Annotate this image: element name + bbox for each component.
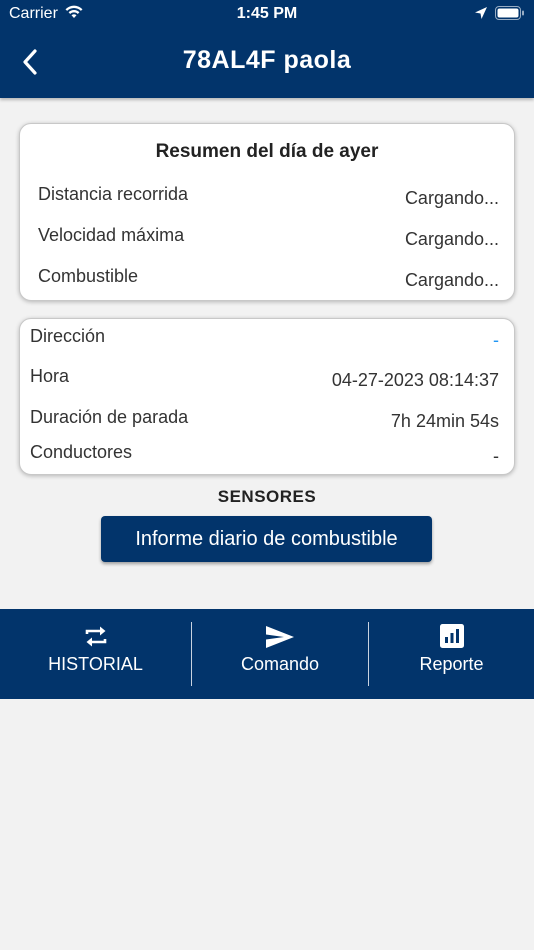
summary-title: Resumen del día de ayer xyxy=(155,141,379,162)
stop-duration-label: Duración de parada xyxy=(30,407,189,427)
status-bar: Carrier 1:45 PM xyxy=(0,0,534,28)
tab-historial[interactable]: HISTORIAL xyxy=(0,609,191,699)
bar-chart-icon xyxy=(439,624,464,653)
time-value: 04-27-2023 08:14:37 xyxy=(331,370,499,390)
page-title: 78AL4F paola xyxy=(182,46,352,74)
address-label: Dirección xyxy=(30,326,106,346)
status-time: 1:45 PM xyxy=(236,5,298,22)
battery-icon xyxy=(495,6,525,26)
drivers-value: - xyxy=(493,446,499,466)
vehicle-details-card: Dirección - Hora 04-27-2023 08:14:37 Dur… xyxy=(19,318,515,475)
repeat-icon xyxy=(84,624,108,655)
tab-reporte-label: Reporte xyxy=(419,654,484,674)
fuel-report-button[interactable]: Informe diario de combustible xyxy=(101,516,432,562)
address-value: - xyxy=(493,330,499,350)
tab-comando-label: Comando xyxy=(240,654,320,674)
drivers-label: Conductores xyxy=(30,442,133,462)
fuel-value: Cargando... xyxy=(404,270,499,290)
bottom-tab-bar: HISTORIAL Comando Reporte xyxy=(0,609,534,699)
daily-summary-card: Resumen del día de ayer Distancia recorr… xyxy=(19,123,515,301)
distance-value: Cargando... xyxy=(404,188,499,208)
distance-label: Distancia recorrida xyxy=(38,184,189,204)
tab-comando[interactable]: Comando xyxy=(192,609,368,699)
sensors-heading: SENSORES xyxy=(217,487,317,506)
fuel-label: Combustible xyxy=(38,266,139,286)
location-arrow-icon xyxy=(474,6,488,25)
send-icon xyxy=(265,624,295,655)
time-label: Hora xyxy=(30,366,70,386)
tab-historial-label: HISTORIAL xyxy=(48,654,143,674)
tab-reporte[interactable]: Reporte xyxy=(369,609,534,699)
app-header: Carrier 1:45 PM 78AL4F paola xyxy=(0,0,534,98)
max-speed-value: Cargando... xyxy=(404,229,499,249)
max-speed-label: Velocidad máxima xyxy=(38,225,185,245)
stop-duration-value: 7h 24min 54s xyxy=(390,411,499,431)
